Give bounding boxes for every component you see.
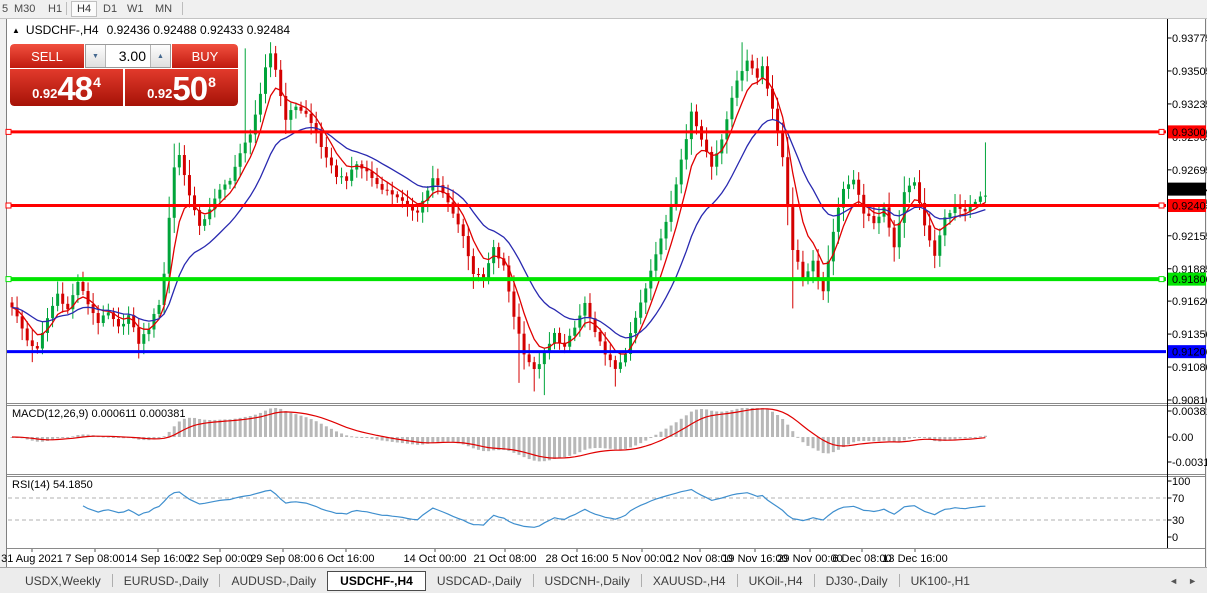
svg-text:0.92484: 0.92484: [1172, 184, 1207, 196]
buy-price-display[interactable]: 0.92 50 8: [125, 69, 238, 106]
svg-text:0: 0: [1172, 532, 1178, 544]
chart-tab-bar: USDX,WeeklyEURUSD-,DailyAUDUSD-,DailyUSD…: [0, 567, 1207, 593]
tab-scroll-right-icon[interactable]: ►: [1188, 576, 1197, 586]
toolbar-separator: [182, 2, 183, 15]
svg-text:14 Oct 00:00: 14 Oct 00:00: [404, 553, 467, 565]
panel-collapse-icon[interactable]: ▲: [12, 26, 20, 35]
svg-text:14 Sep 16:00: 14 Sep 16:00: [125, 553, 190, 565]
volume-decrease-icon[interactable]: ▼: [86, 45, 106, 67]
chart-title: ▲ USDCHF-,H4 0.92436 0.92488 0.92433 0.924…: [12, 23, 290, 37]
volume-increase-icon[interactable]: ▲: [150, 45, 170, 67]
chart-tab-xauusd-h4[interactable]: XAUUSD-,H4: [642, 570, 737, 592]
timeframe-toolbar: 5 M30 H1 H4 D1 W1 MN: [0, 0, 1207, 19]
sell-price-sup: 4: [93, 74, 101, 90]
svg-text:-0.00311: -0.00311: [1172, 457, 1207, 469]
macd-name: MACD(12,26,9): [12, 408, 88, 420]
chart-tab-usdx-weekly[interactable]: USDX,Weekly: [14, 570, 112, 592]
svg-text:0.93775: 0.93775: [1172, 33, 1207, 45]
volume-stepper: ▼ ▲: [85, 44, 171, 68]
chart-tab-ukoil-h4[interactable]: UKOil-,H4: [738, 570, 814, 592]
svg-text:0.92695: 0.92695: [1172, 165, 1207, 177]
svg-text:0.93235: 0.93235: [1172, 99, 1207, 111]
chart-tab-dj30-daily[interactable]: DJ30-,Daily: [815, 570, 899, 592]
svg-text:21 Oct 08:00: 21 Oct 08:00: [474, 553, 537, 565]
svg-text:0.91350: 0.91350: [1172, 329, 1207, 341]
toolbar-separator: [66, 2, 67, 15]
buy-price-big: 50: [172, 72, 207, 106]
svg-text:0.00: 0.00: [1172, 432, 1193, 444]
svg-text:100: 100: [1172, 476, 1190, 488]
svg-text:0.91080: 0.91080: [1172, 362, 1207, 374]
svg-text:0.91800: 0.91800: [1172, 274, 1207, 286]
buy-price-prefix: 0.92: [147, 86, 172, 106]
trading-terminal-window: 5 M30 H1 H4 D1 W1 MN 0.93775 0.93505 0.93235 0.92…: [0, 0, 1207, 593]
svg-text:5 Nov 00:00: 5 Nov 00:00: [612, 553, 671, 565]
chart-tab-usdcnh-daily[interactable]: USDCNH-,Daily: [534, 570, 641, 592]
timeframe-button-H1[interactable]: H1: [48, 2, 62, 16]
svg-text:7 Sep 08:00: 7 Sep 08:00: [65, 553, 124, 565]
svg-text:22 Sep 00:00: 22 Sep 00:00: [187, 553, 252, 565]
svg-text:0.91206: 0.91206: [1172, 347, 1207, 359]
macd-values: 0.000611 0.000381: [91, 408, 185, 420]
chart-tab-uk100-h1[interactable]: UK100-,H1: [900, 570, 981, 592]
rsi-value: RSI(14) 54.1850: [12, 479, 93, 491]
timeframe-button-MN[interactable]: MN: [155, 2, 172, 16]
chart-tab-eurusd-daily[interactable]: EURUSD-,Daily: [113, 570, 220, 592]
svg-text:0.93505: 0.93505: [1172, 66, 1207, 78]
svg-text:28 Oct 16:00: 28 Oct 16:00: [546, 553, 609, 565]
tab-scroll-arrows: ◄ ►: [1169, 576, 1197, 586]
svg-text:29 Sep 08:00: 29 Sep 08:00: [250, 553, 315, 565]
current-price-label: 0.92484: [1168, 183, 1207, 197]
svg-text:0.92403: 0.92403: [1172, 201, 1207, 213]
timeframe-button-5[interactable]: 5: [2, 2, 8, 16]
sell-button[interactable]: SELL: [10, 44, 84, 68]
macd-indicator-label: MACD(12,26,9) 0.000611 0.000381: [12, 408, 185, 420]
timeframe-button-W1[interactable]: W1: [127, 2, 144, 16]
timeframe-button-H4[interactable]: H4: [71, 1, 97, 17]
chart-tab-usdcad-daily[interactable]: USDCAD-,Daily: [426, 570, 533, 592]
sell-price-big: 48: [57, 72, 92, 106]
svg-text:6 Oct 16:00: 6 Oct 16:00: [318, 553, 375, 565]
sell-price-display[interactable]: 0.92 48 4: [10, 69, 123, 106]
svg-text:0.92155: 0.92155: [1172, 231, 1207, 243]
svg-text:70: 70: [1172, 493, 1184, 505]
tab-scroll-left-icon[interactable]: ◄: [1169, 576, 1178, 586]
chart-ohlc-values: 0.92436 0.92488 0.92433 0.92484: [107, 23, 291, 37]
chart-tab-usdchf-h4[interactable]: USDCHF-,H4: [327, 571, 426, 591]
timeframe-button-D1[interactable]: D1: [103, 2, 117, 16]
svg-text:13 Dec 16:00: 13 Dec 16:00: [882, 553, 947, 565]
rsi-indicator-label: RSI(14) 54.1850: [12, 479, 93, 491]
svg-text:0.91620: 0.91620: [1172, 296, 1207, 308]
timeframe-button-M30[interactable]: M30: [14, 2, 35, 16]
chart-symbol: USDCHF-,H4: [26, 23, 99, 37]
one-click-trade-panel: SELL ▼ ▲ BUY 0.92 48 4 0.92 50 8: [10, 44, 238, 106]
buy-price-sup: 8: [208, 74, 216, 90]
svg-text:0.003811: 0.003811: [1172, 406, 1207, 418]
svg-text:30: 30: [1172, 515, 1184, 527]
chart-tab-audusd-daily[interactable]: AUDUSD-,Daily: [220, 570, 327, 592]
buy-button[interactable]: BUY: [172, 44, 238, 68]
svg-text:0.93006: 0.93006: [1172, 127, 1207, 139]
svg-text:31 Aug 2021: 31 Aug 2021: [1, 553, 63, 565]
sell-price-prefix: 0.92: [32, 86, 57, 106]
volume-input[interactable]: [106, 45, 150, 67]
